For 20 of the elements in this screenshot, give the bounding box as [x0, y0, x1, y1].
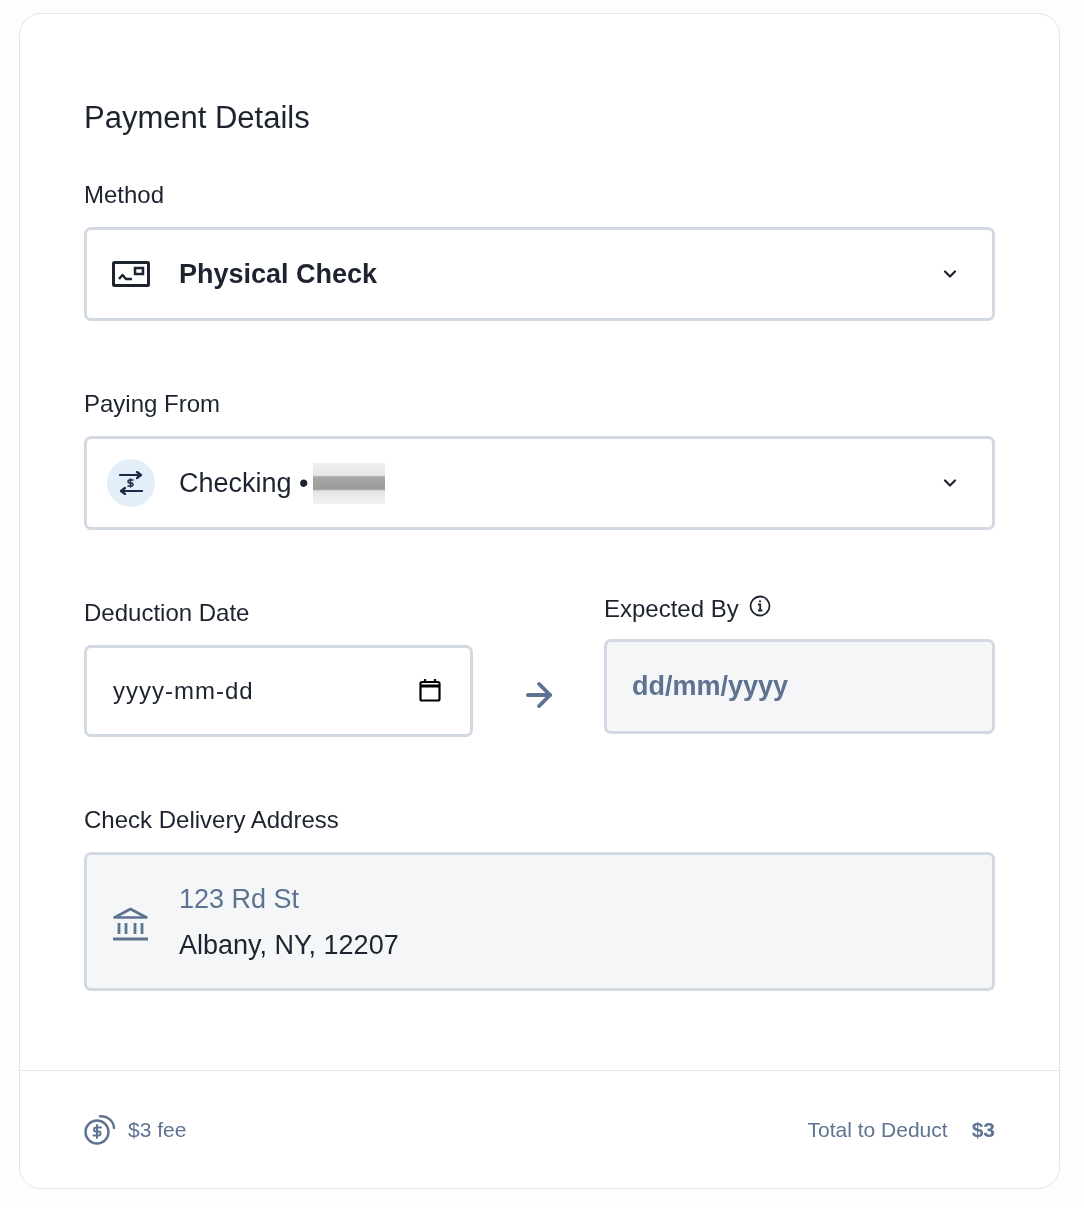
method-label: Method	[84, 181, 165, 209]
address-line: 123 Rd St	[179, 882, 301, 915]
coins-dollar-icon	[84, 1114, 116, 1145]
method-select[interactable]: Physical Check	[84, 227, 995, 321]
info-icon[interactable]	[748, 595, 771, 617]
account-select[interactable]: Checking •	[84, 436, 995, 530]
expected-by-label: Expected By	[604, 595, 739, 623]
bank-icon	[112, 906, 149, 941]
address-line: Albany, NY, 12207	[179, 928, 399, 961]
calendar-icon[interactable]	[419, 678, 441, 702]
fee-text: $3 fee	[128, 1116, 187, 1143]
total-label: Total to Deduct	[807, 1116, 948, 1143]
total-amount: $3	[971, 1116, 995, 1143]
section-title: Payment Details	[84, 100, 310, 136]
paying-from-label: Paying From	[84, 390, 221, 418]
check-icon	[112, 261, 150, 287]
deduction-date-label: Deduction Date	[84, 599, 250, 627]
delivery-address-label: Check Delivery Address	[84, 806, 339, 834]
transfer-icon	[107, 459, 155, 507]
date-field[interactable]: yyyy-mm-dd	[84, 645, 473, 737]
